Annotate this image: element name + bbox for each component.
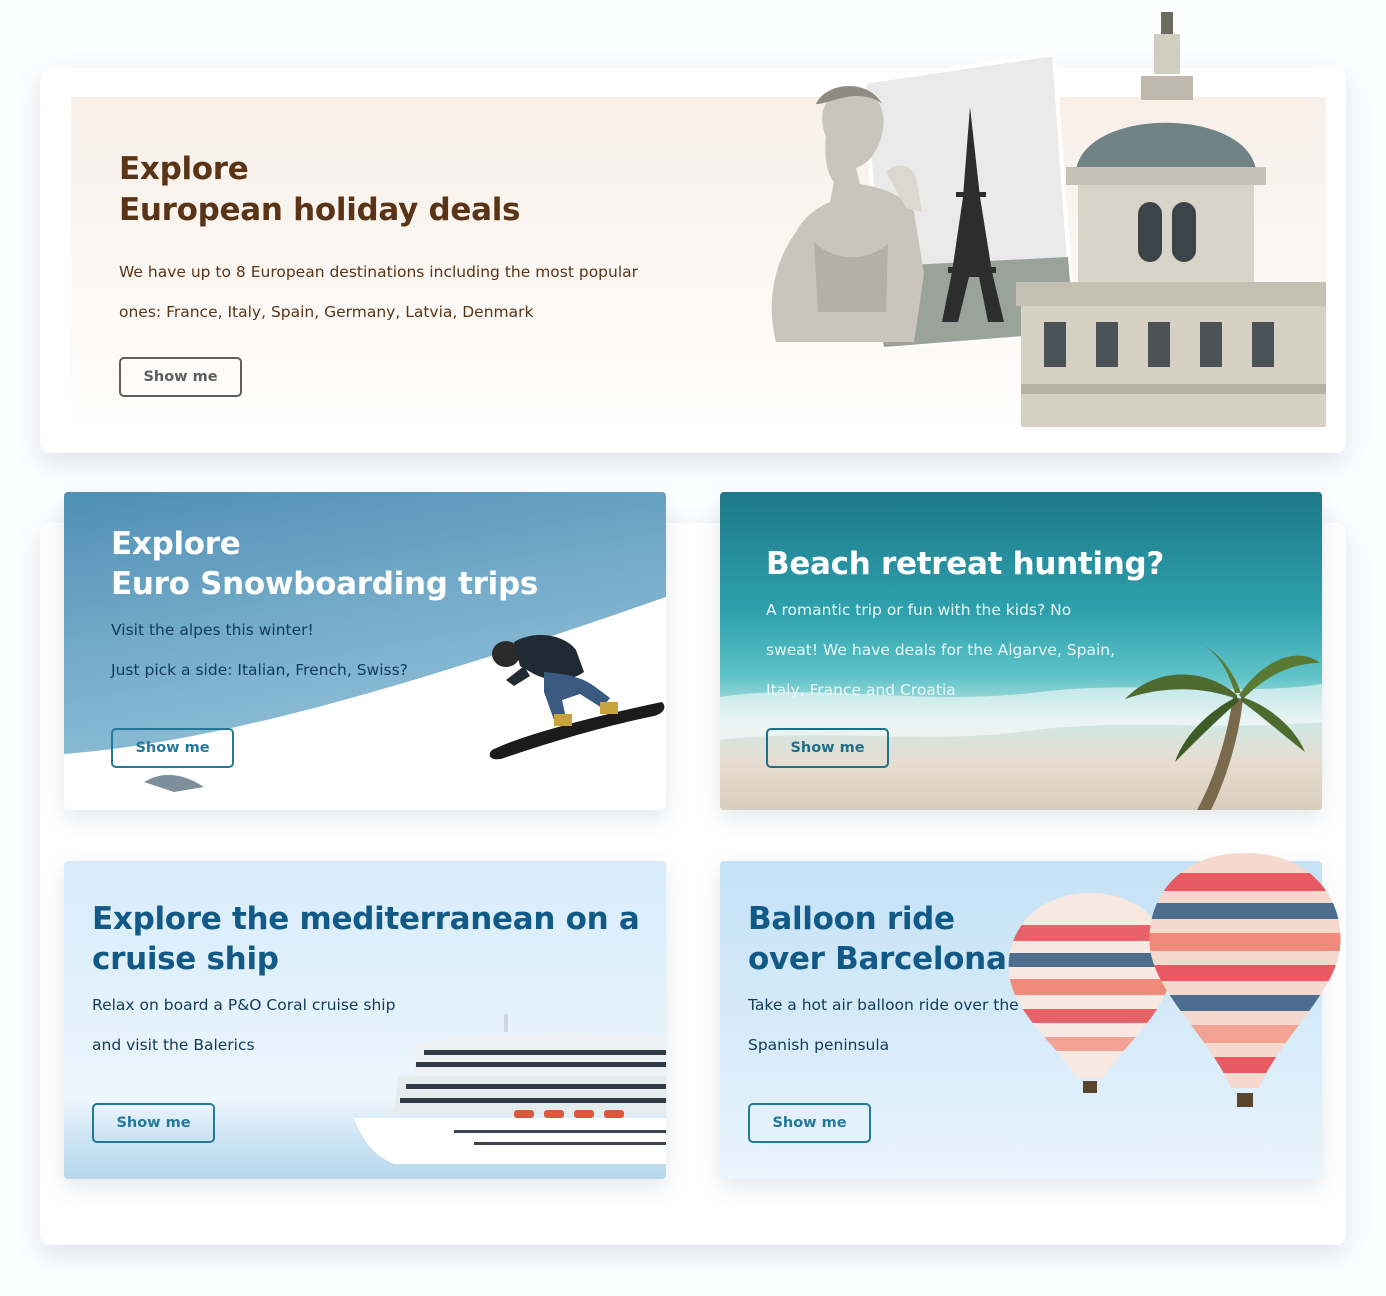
balloon-desc-line1: Take a hot air balloon ride over the: [748, 996, 1019, 1014]
balloon-title-line1: Balloon ride: [748, 901, 955, 937]
snowboarding-title-line1: Explore: [111, 526, 241, 562]
beach-title: Beach retreat hunting?: [766, 546, 1165, 582]
snowboarding-desc-line1: Visit the alpes this winter!: [111, 621, 314, 639]
beach-description: A romantic trip or fun with the kids? No…: [766, 601, 1116, 699]
hero-show-me-button[interactable]: Show me: [119, 357, 242, 397]
balloon-title-line2: over Barcelona: [748, 941, 1007, 977]
hero-description: We have up to 8 European destinations in…: [119, 263, 639, 321]
cruise-desc-line2: and visit the Balerics: [92, 1036, 255, 1054]
palm-tree-icon: [1125, 641, 1320, 810]
snowboarding-description: Visit the alpes this winter! Just pick a…: [111, 610, 408, 690]
balloon-desc-line2: Spanish peninsula: [748, 1036, 890, 1054]
snowboarding-title: Explore Euro Snowboarding trips: [111, 524, 538, 604]
snowboarder: [489, 635, 665, 760]
hero-title-line1: Explore: [119, 151, 249, 187]
balloon-show-me-button[interactable]: Show me: [748, 1103, 871, 1143]
snowboarding-desc-line2: Just pick a side: Italian, French, Swiss…: [111, 661, 408, 679]
hero-banner-european-deals: Explore European holiday deals We have u…: [71, 12, 1326, 427]
cruise-show-me-button[interactable]: Show me: [92, 1103, 215, 1143]
balloon-description: Take a hot air balloon ride over the Spa…: [748, 985, 1019, 1065]
cruise-desc-line1: Relax on board a P&O Coral cruise ship: [92, 996, 396, 1014]
card-beach-retreat: Beach retreat hunting? A romantic trip o…: [720, 492, 1322, 810]
card-mediterranean-cruise: Explore the mediterranean on a cruise sh…: [64, 861, 666, 1179]
card-snowboarding: Explore Euro Snowboarding trips Visit th…: [64, 492, 666, 810]
cruise-ship: [354, 1014, 666, 1164]
beach-show-me-button[interactable]: Show me: [766, 728, 889, 768]
hero-title-line2: European holiday deals: [119, 192, 521, 228]
page: Explore European holiday deals We have u…: [0, 0, 1386, 1296]
card-balloon-ride: Balloon ride over Barcelona Take a hot a…: [720, 853, 1341, 1179]
balloon-right-icon: [1149, 853, 1341, 1088]
hot-air-balloons: [1008, 853, 1341, 1107]
cruise-title: Explore the mediterranean on a cruise sh…: [92, 901, 640, 977]
cruise-description: Relax on board a P&O Coral cruise ship a…: [92, 985, 395, 1065]
hero-title: Explore European holiday deals: [119, 149, 521, 231]
snowboarding-show-me-button[interactable]: Show me: [111, 728, 234, 768]
balloon-left-icon: [1008, 893, 1172, 1078]
european-landmarks-collage: [771, 12, 1326, 427]
balloon-title: Balloon ride over Barcelona: [748, 899, 1007, 979]
snowboarding-title-line2: Euro Snowboarding trips: [111, 566, 538, 602]
